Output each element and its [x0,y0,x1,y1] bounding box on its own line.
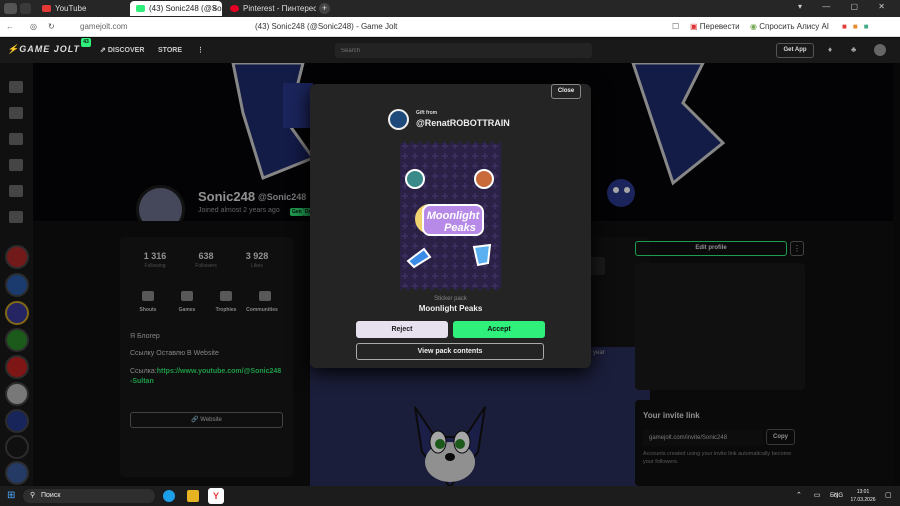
alice-label: Спросить Алису AI [759,22,830,31]
accept-button[interactable]: Accept [453,321,545,338]
bookmark-icon[interactable]: ☐ [672,17,679,37]
view-contents-label: View pack contents [417,348,483,355]
pinterest-icon [230,5,239,13]
close-button[interactable]: Close [551,84,581,99]
new-tab-button[interactable]: + [319,3,330,14]
translate-label: Перевести [699,22,740,31]
tab-youtube[interactable]: YouTube [36,1,126,16]
taskbar-app[interactable] [187,490,199,502]
gamejolt-icon [136,5,145,13]
tab-pinterest[interactable]: Pinterest - Пинтерест [224,1,316,16]
pack-art-text-1: Moonlight [427,210,481,222]
user-avatar-icon[interactable] [874,44,886,56]
bell-icon[interactable]: ♦ [828,45,832,54]
alice-button[interactable]: ◉ Спросить Алису AI [750,17,829,37]
notification-center-icon[interactable]: ▢ [885,486,892,506]
page-title: (43) Sonic248 (@Sonic248) - Game Jolt [255,22,398,31]
gift-from-label: Gift from [416,110,438,116]
taskbar-search[interactable]: ⚲ Поиск [23,489,155,503]
notification-badge: 43 [81,38,91,47]
pack-type-label: Sticker pack [434,296,467,302]
nav-discover-label: DISCOVER [107,47,145,54]
friends-icon[interactable]: ♣ [851,45,856,54]
clock-time: 13:01 [856,489,870,495]
tab-label: Pinterest - Пинтерест [243,4,316,13]
tab-close-icon[interactable]: ✕ [211,3,218,14]
extension-icons[interactable]: ■■■ [842,17,875,37]
reload-icon[interactable]: ↻ [48,17,55,37]
search-input[interactable] [335,43,592,58]
browser-tab-bar: YouTube (43) Sonic248 (@Sonic ✕ Pinteres… [0,0,900,17]
sender-avatar [388,109,409,130]
close-label: Close [557,88,575,94]
browser-menu-button[interactable] [4,3,17,14]
view-pack-contents-button[interactable]: View pack contents [356,343,544,360]
logo-text: GAME JOLT [19,44,81,54]
more-menu-icon[interactable]: ⋮ [197,38,204,63]
youtube-icon [42,5,51,13]
taskbar-search-label: Поиск [41,492,61,499]
pack-name: Moonlight Peaks [418,304,483,313]
accept-label: Accept [487,326,511,333]
gamejolt-top-nav: ⚡GAME JOLT 43 ⇗ DISCOVER STORE ⋮ Get App… [0,38,900,63]
tab-gamejolt[interactable]: (43) Sonic248 (@Sonic [130,1,222,16]
gift-modal: Close Gift from @RenatROBOTTRAIN Moonlig… [310,84,591,368]
gamejolt-logo[interactable]: ⚡GAME JOLT [7,44,80,55]
nav-discover[interactable]: ⇗ DISCOVER [100,38,144,63]
sticker-pack-image[interactable]: Moonlight Peaks [400,141,501,291]
translate-button[interactable]: ▣ Перевести [690,17,740,37]
get-app-label: Get App [783,47,807,53]
browser-address-bar: ← ◎ ↻ gamejolt.com (43) Sonic248 (@Sonic… [0,17,900,37]
windows-taskbar: ⊞ ⚲ Поиск Y ⌃ ▭ ◁ ENG 13:01 17.03.2026 ▢ [0,486,900,506]
back-icon[interactable]: ← [6,17,14,37]
sender-name[interactable]: @RenatROBOTTRAIN [416,118,510,128]
reject-label: Reject [391,326,413,333]
translate-icon: ▣ [690,22,698,31]
window-controls[interactable]: ▾ — ▢ ✕ [798,2,894,11]
get-app-button[interactable]: Get App [776,43,814,58]
tab-label: YouTube [55,4,87,13]
bolt-icon: ⚡ [7,44,20,54]
shield-icon[interactable]: ◎ [30,17,37,37]
input-language[interactable]: ENG [830,486,843,506]
yandex-browser-icon[interactable]: Y [208,488,224,504]
search-icon: ⚲ [30,492,36,499]
nav-store[interactable]: STORE [158,38,182,63]
clock[interactable]: 13:01 17.03.2026 [848,488,878,504]
compass-icon: ⇗ [100,47,106,54]
taskbar-app[interactable] [163,490,175,502]
clock-date: 17.03.2026 [850,497,876,503]
pack-art-text-2: Peaks [444,222,476,234]
alice-icon: ◉ [750,22,757,31]
reject-button[interactable]: Reject [356,321,448,338]
windows-start-icon[interactable]: ⊞ [7,486,15,506]
tab-search-button[interactable] [20,3,31,14]
url-field[interactable]: gamejolt.com [80,17,128,37]
